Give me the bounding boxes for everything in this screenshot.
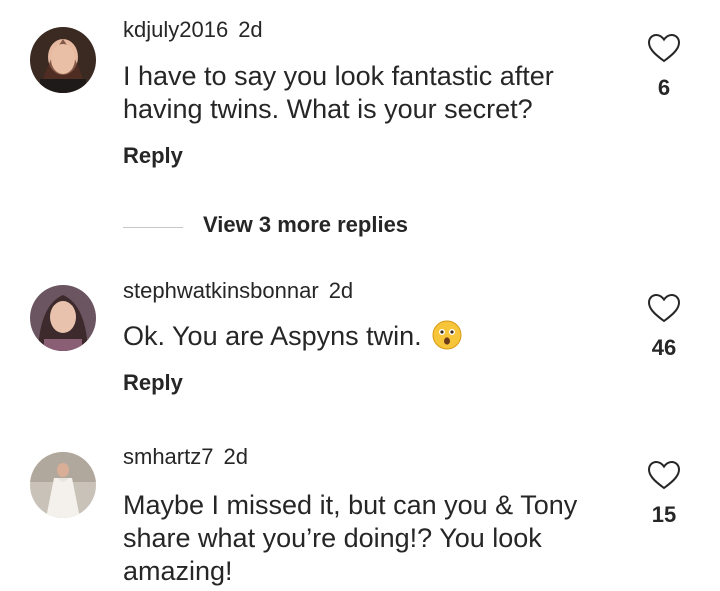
like-count: 46	[651, 335, 677, 360]
comment-meta: stephwatkinsbonnar 2d	[123, 278, 353, 304]
like-count: 15	[651, 502, 677, 527]
replies-divider	[123, 227, 183, 228]
comment-meta: smhartz7 2d	[123, 444, 248, 470]
like-column: 46	[640, 293, 688, 361]
heart-icon[interactable]	[647, 460, 681, 490]
timestamp: 2d	[223, 444, 248, 469]
username[interactable]: kdjuly2016	[123, 17, 228, 42]
timestamp: 2d	[238, 17, 263, 42]
comment-text: Maybe I missed it, but can you & Tony sh…	[123, 490, 578, 586]
comment-text-content: Ok. You are Aspyns twin.	[123, 321, 422, 351]
avatar[interactable]	[30, 452, 96, 518]
reply-button[interactable]: Reply	[123, 370, 183, 396]
like-count: 6	[657, 75, 671, 100]
comment-text: Ok. You are Aspyns twin.	[123, 320, 623, 353]
heart-icon[interactable]	[647, 293, 681, 323]
avatar[interactable]	[30, 285, 96, 351]
like-column: 15	[640, 460, 688, 528]
username[interactable]: stephwatkinsbonnar	[123, 278, 319, 303]
heart-icon[interactable]	[647, 33, 681, 63]
view-more-replies-label[interactable]: View 3 more replies	[203, 212, 408, 238]
timestamp: 2d	[328, 278, 354, 303]
comment-meta: kdjuly2016 2d	[123, 17, 263, 43]
reply-button[interactable]: Reply	[123, 143, 183, 169]
view-more-replies[interactable]: View 3 more replies	[123, 210, 523, 240]
comment-text: I have to say you look fantastic after h…	[123, 61, 554, 124]
username[interactable]: smhartz7	[123, 444, 213, 469]
astonished-face-icon	[432, 320, 462, 350]
avatar[interactable]	[30, 27, 96, 93]
like-column: 6	[640, 33, 688, 101]
